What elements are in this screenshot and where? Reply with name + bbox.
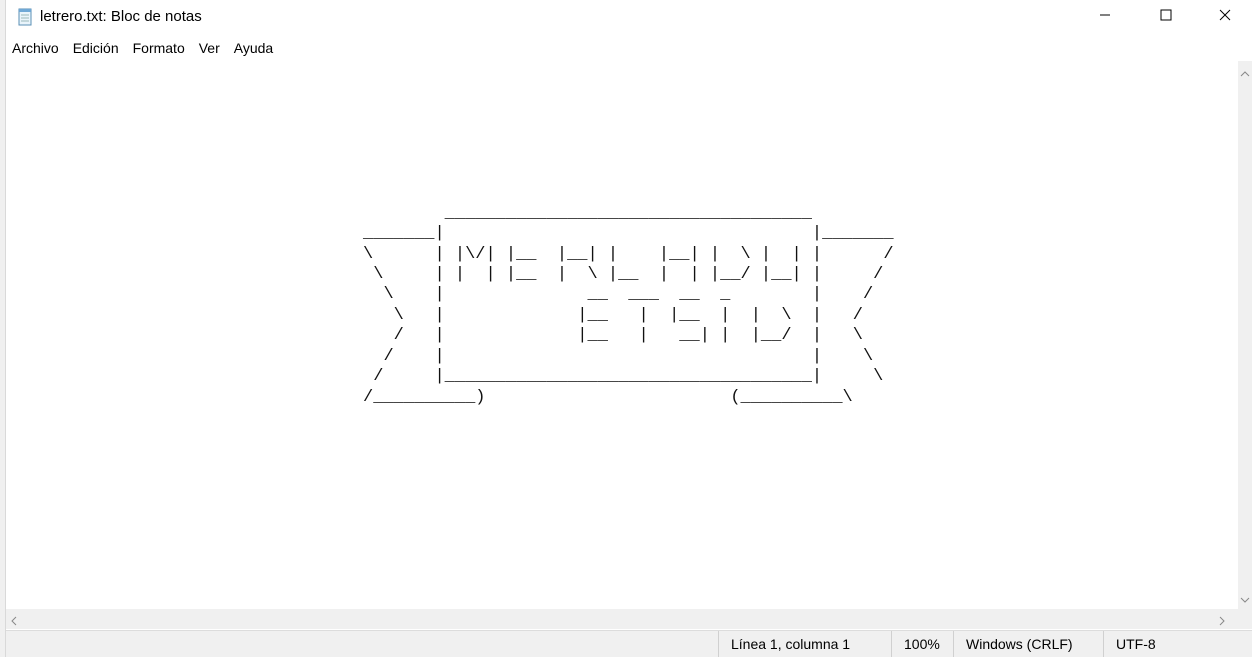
minimize-button[interactable] — [1076, 0, 1134, 34]
status-encoding: UTF-8 — [1103, 631, 1252, 657]
menu-archivo[interactable]: Archivo — [6, 37, 66, 59]
notepad-window: letrero.txt: Bloc de notas Archivo Edici… — [0, 0, 1252, 657]
menu-ver[interactable]: Ver — [192, 37, 227, 59]
text-editor[interactable]: ____________________________________ ___… — [6, 61, 1238, 609]
minimize-icon — [1099, 8, 1111, 26]
maximize-button[interactable] — [1137, 0, 1195, 34]
editor-content[interactable]: ____________________________________ ___… — [6, 61, 894, 408]
menu-ayuda[interactable]: Ayuda — [227, 37, 280, 59]
scroll-up-icon[interactable] — [1240, 65, 1250, 83]
title-bar[interactable]: letrero.txt: Bloc de notas — [6, 0, 1252, 34]
horizontal-scrollbar[interactable] — [6, 609, 1238, 629]
close-button[interactable] — [1196, 0, 1252, 34]
close-icon — [1219, 8, 1231, 26]
menu-edicion[interactable]: Edición — [66, 37, 126, 59]
scroll-left-icon[interactable] — [10, 613, 18, 631]
window-title: letrero.txt: Bloc de notas — [40, 8, 202, 25]
status-bar: Línea 1, columna 1 100% Windows (CRLF) U… — [6, 630, 1252, 657]
status-line-ending: Windows (CRLF) — [953, 631, 1105, 657]
scroll-right-icon[interactable] — [1218, 613, 1226, 631]
menu-bar: Archivo Edición Formato Ver Ayuda — [6, 36, 1252, 60]
status-zoom: 100% — [891, 631, 953, 657]
scroll-down-icon[interactable] — [1240, 591, 1250, 609]
vertical-scrollbar[interactable] — [1238, 61, 1252, 609]
maximize-icon — [1160, 8, 1172, 26]
status-cursor-position: Línea 1, columna 1 — [718, 631, 893, 657]
notepad-icon — [16, 8, 34, 26]
scrollbar-corner — [1238, 609, 1252, 629]
menu-formato[interactable]: Formato — [126, 37, 192, 59]
